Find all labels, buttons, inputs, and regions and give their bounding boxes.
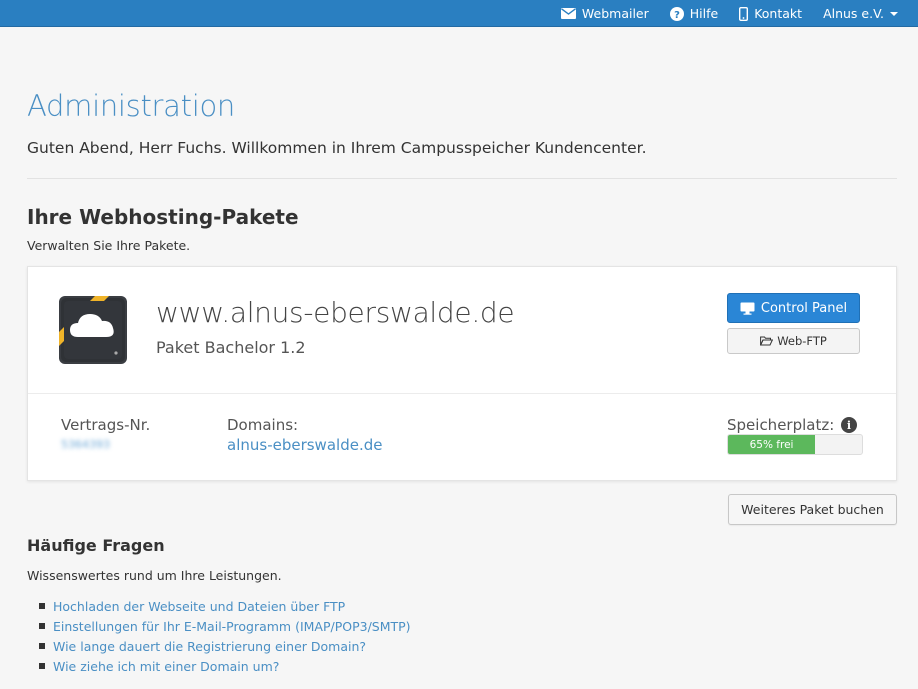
nav-kontakt[interactable]: Kontakt (739, 6, 802, 21)
package-card: www.alnus-eberswalde.de Paket Bachelor 1… (27, 266, 897, 481)
folder-open-icon (760, 336, 774, 346)
chevron-down-icon (890, 11, 898, 16)
list-item: Hochladen der Webseite und Dateien über … (39, 596, 411, 616)
page-title: Administration (27, 89, 236, 123)
list-item: Einstellungen für Ihr E-Mail-Programm (I… (39, 616, 411, 636)
envelope-icon (560, 8, 576, 19)
info-icon[interactable]: i (841, 417, 857, 433)
packages-title: Ihre Webhosting-Pakete (27, 205, 299, 229)
greeting-text: Guten Abend, Herr Fuchs. Willkommen in I… (27, 139, 647, 157)
bullet-icon (39, 603, 45, 609)
nav-hilfe[interactable]: ? Hilfe (669, 6, 719, 21)
monitor-icon (740, 302, 755, 315)
package-plan: Paket Bachelor 1.2 (156, 338, 306, 357)
faq-title: Häufige Fragen (27, 536, 165, 555)
contract-number: 5364393 (61, 438, 110, 451)
control-panel-label: Control Panel (760, 300, 848, 316)
storage-progress-bar: 65% frei (727, 434, 863, 455)
package-domain: www.alnus-eberswalde.de (156, 296, 515, 329)
faq-link[interactable]: Wie lange dauert die Registrierung einer… (53, 639, 366, 654)
domain-link[interactable]: alnus-eberswalde.de (227, 436, 382, 454)
bullet-icon (39, 643, 45, 649)
list-item: Wie lange dauert die Registrierung einer… (39, 636, 411, 656)
svg-text:?: ? (674, 10, 680, 21)
question-circle-icon: ? (669, 6, 684, 21)
cloud-storage-icon (59, 296, 127, 364)
nav-account-dropdown[interactable]: Alnus e.V. (823, 6, 898, 21)
nav-kontakt-label: Kontakt (754, 6, 803, 21)
faq-link[interactable]: Wie ziehe ich mit einer Domain um? (53, 659, 279, 674)
web-ftp-button[interactable]: Web-FTP (727, 328, 860, 354)
mobile-phone-icon (739, 6, 749, 21)
bullet-icon (39, 663, 45, 669)
contract-label: Vertrags-Nr. (61, 416, 151, 434)
control-panel-button[interactable]: Control Panel (727, 293, 860, 323)
card-divider (28, 393, 896, 394)
storage-label: Speicherplatz: (727, 416, 835, 434)
buy-package-button[interactable]: Weiteres Paket buchen (728, 494, 897, 525)
nav-webmailer[interactable]: Webmailer (560, 6, 649, 21)
faq-list: Hochladen der Webseite und Dateien über … (39, 596, 411, 676)
top-nav: Webmailer ? Hilfe Kontakt Alnus e.V. (540, 0, 898, 27)
nav-hilfe-label: Hilfe (689, 6, 719, 21)
faq-subtitle: Wissenswertes rund um Ihre Leistungen. (27, 568, 282, 583)
top-navbar: Webmailer ? Hilfe Kontakt Alnus e.V. (0, 0, 918, 27)
bullet-icon (39, 623, 45, 629)
faq-link[interactable]: Einstellungen für Ihr E-Mail-Programm (I… (53, 619, 411, 634)
domains-label: Domains: (227, 416, 299, 434)
web-ftp-label: Web-FTP (777, 334, 827, 348)
nav-account-label: Alnus e.V. (823, 6, 884, 21)
nav-webmailer-label: Webmailer (581, 6, 649, 21)
storage-progress-fill: 65% frei (728, 435, 816, 454)
packages-subtitle: Verwalten Sie Ihre Pakete. (27, 238, 191, 253)
list-item: Wie ziehe ich mit einer Domain um? (39, 656, 411, 676)
faq-link[interactable]: Hochladen der Webseite und Dateien über … (53, 599, 345, 614)
header-divider (27, 178, 897, 179)
